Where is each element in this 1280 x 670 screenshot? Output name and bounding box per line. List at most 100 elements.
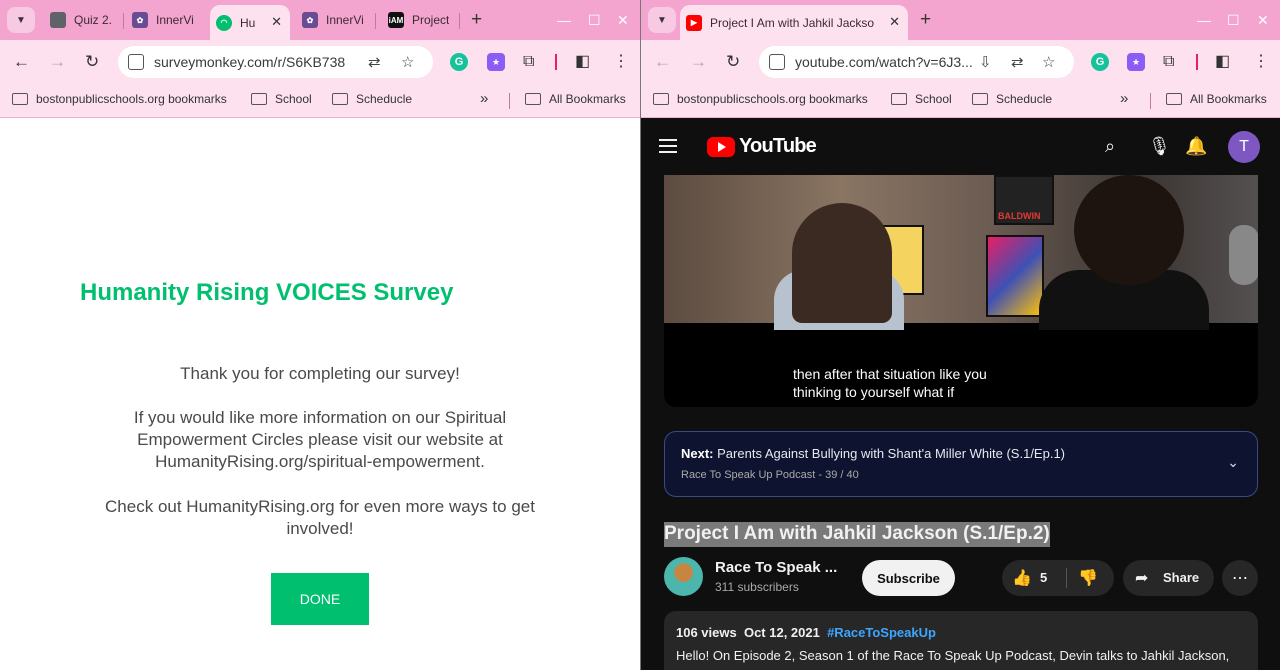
close-tab-icon[interactable]: ✕ bbox=[271, 14, 282, 30]
bookmark-folder-bps[interactable]: bostonpublicschools.org bookmarks bbox=[12, 92, 227, 106]
surveymonkey-icon: ◠ bbox=[216, 14, 232, 31]
like-count[interactable]: 5 bbox=[1040, 570, 1047, 585]
menu-icon[interactable]: ⋮ bbox=[613, 52, 629, 72]
tab-youtube-video[interactable]: ▶ Project I Am with Jahkil Jackso ✕ bbox=[680, 5, 908, 40]
tab-quiz[interactable]: Quiz 2. bbox=[44, 6, 120, 34]
address-url[interactable]: surveymonkey.com/r/S6KB738 bbox=[154, 54, 345, 70]
site-info-icon[interactable] bbox=[769, 54, 785, 70]
bookmark-label: bostonpublicschools.org bookmarks bbox=[36, 92, 227, 106]
subscribe-button[interactable]: Subscribe bbox=[862, 560, 955, 596]
install-app-icon[interactable]: ⇩ bbox=[979, 53, 992, 71]
maximize-icon[interactable]: ☐ bbox=[1227, 12, 1240, 29]
address-bar[interactable]: surveymonkey.com/r/S6KB738 ⇄ ☆ bbox=[118, 46, 433, 78]
bookmark-star-icon[interactable]: ☆ bbox=[401, 53, 414, 71]
menu-icon[interactable]: ⋮ bbox=[1253, 52, 1269, 72]
left-browser-window: ▼ Quiz 2. ✿ InnerVi ◠ Hu ✕ ✿ InnerVi iAM… bbox=[0, 0, 640, 670]
extensions-puzzle-icon[interactable]: ⧉ bbox=[1163, 52, 1174, 72]
bookmark-folder-school[interactable]: School bbox=[251, 92, 312, 106]
playlist-next-panel[interactable]: Next: Parents Against Bullying with Shan… bbox=[664, 431, 1258, 497]
bookmark-label: School bbox=[915, 92, 952, 106]
extension-icon[interactable]: ★ bbox=[1127, 53, 1145, 71]
minimize-icon[interactable]: — bbox=[557, 12, 571, 28]
survey-page: Humanity Rising VOICES Survey Thank you … bbox=[0, 119, 640, 670]
youtube-page: YouTube ⌕ 🎙 🔔 T BALDWIN then after that … bbox=[641, 119, 1280, 670]
new-tab-icon[interactable]: + bbox=[471, 10, 482, 29]
youtube-icon: ▶ bbox=[686, 14, 702, 31]
survey-info-text: If you would like more information on ou… bbox=[133, 408, 507, 471]
like-thumb-icon[interactable]: 👍 bbox=[1012, 568, 1032, 588]
extensions-puzzle-icon[interactable]: ⧉ bbox=[523, 52, 534, 72]
close-tab-icon[interactable]: ✕ bbox=[889, 14, 900, 30]
done-button[interactable]: DONE bbox=[271, 573, 369, 625]
tab-strip: ▼ ▶ Project I Am with Jahkil Jackso ✕ + … bbox=[641, 0, 1280, 40]
video-frame: BALDWIN bbox=[664, 175, 1258, 330]
tab-innerview-1[interactable]: ✿ InnerVi bbox=[126, 6, 202, 34]
youtube-play-icon bbox=[707, 136, 735, 157]
tab-innerview-2[interactable]: ✿ InnerVi bbox=[296, 6, 366, 34]
video-description[interactable]: 106 views Oct 12, 2021 #RaceToSpeakUp He… bbox=[664, 611, 1258, 670]
hamburger-menu-icon[interactable] bbox=[659, 139, 677, 157]
chevron-down-icon: ▼ bbox=[657, 14, 667, 26]
more-bookmarks-icon[interactable]: » bbox=[480, 90, 488, 107]
forward-icon[interactable]: → bbox=[49, 52, 66, 72]
search-icon[interactable]: ⌕ bbox=[1105, 136, 1115, 157]
address-bar[interactable]: youtube.com/watch?v=6J3... ⇩ ⇄ ☆ bbox=[759, 46, 1074, 78]
address-url[interactable]: youtube.com/watch?v=6J3... bbox=[795, 54, 973, 70]
bookmark-folder-school[interactable]: School bbox=[891, 92, 952, 106]
expand-chevron-icon[interactable]: ⌄ bbox=[1227, 454, 1239, 471]
bookmark-label: Scheducle bbox=[356, 92, 413, 106]
tab-separator bbox=[459, 13, 460, 29]
bookmark-folder-all[interactable]: All Bookmarks bbox=[525, 92, 626, 106]
bookmark-folder-scheducle[interactable]: Scheducle bbox=[972, 92, 1052, 106]
new-tab-icon[interactable]: + bbox=[920, 10, 931, 29]
tab-title: InnerVi bbox=[326, 13, 364, 27]
bookmark-folder-bps[interactable]: bostonpublicschools.org bookmarks bbox=[653, 92, 868, 106]
share-button[interactable]: ➦ Share bbox=[1123, 560, 1214, 596]
close-window-icon[interactable]: ✕ bbox=[617, 12, 629, 29]
forward-icon[interactable]: → bbox=[690, 52, 707, 72]
bookmark-star-icon[interactable]: ☆ bbox=[1042, 53, 1055, 71]
tab-humanity-survey[interactable]: ◠ Hu ✕ bbox=[210, 5, 290, 40]
hashtag-link[interactable]: #RaceToSpeakUp bbox=[827, 625, 936, 640]
bookmark-folder-scheducle[interactable]: Scheducle bbox=[332, 92, 412, 106]
tab-search-button[interactable]: ▼ bbox=[648, 7, 676, 33]
reload-icon[interactable]: ↻ bbox=[726, 52, 740, 72]
classroom-icon bbox=[50, 12, 66, 28]
translate-icon[interactable]: ⇄ bbox=[368, 53, 381, 71]
microphone-icon[interactable]: 🎙 bbox=[1148, 136, 1171, 157]
side-panel-icon[interactable]: ◧ bbox=[1215, 52, 1230, 72]
innerview-icon: ✿ bbox=[132, 12, 148, 28]
bookmark-folder-all[interactable]: All Bookmarks bbox=[1166, 92, 1267, 106]
extension-icon[interactable]: ★ bbox=[487, 53, 505, 71]
maximize-icon[interactable]: ☐ bbox=[588, 12, 601, 29]
site-info-icon[interactable] bbox=[128, 54, 144, 70]
grammarly-icon[interactable]: G bbox=[1091, 53, 1109, 71]
tab-separator bbox=[123, 13, 124, 29]
poster-text: BALDWIN bbox=[998, 211, 1041, 221]
more-bookmarks-icon[interactable]: » bbox=[1120, 90, 1128, 107]
notifications-bell-icon[interactable]: 🔔 bbox=[1185, 136, 1207, 157]
reload-icon[interactable]: ↻ bbox=[85, 52, 99, 72]
next-label: Next: bbox=[681, 446, 714, 461]
folder-icon bbox=[525, 93, 541, 105]
channel-name[interactable]: Race To Speak ... bbox=[715, 559, 837, 576]
folder-icon bbox=[1166, 93, 1182, 105]
tab-search-button[interactable]: ▼ bbox=[7, 7, 35, 33]
channel-avatar[interactable] bbox=[664, 557, 703, 596]
side-panel-icon[interactable]: ◧ bbox=[575, 52, 590, 72]
tab-title: InnerVi bbox=[156, 13, 194, 27]
dislike-thumb-icon[interactable]: 👎 bbox=[1078, 568, 1098, 588]
close-window-icon[interactable]: ✕ bbox=[1257, 12, 1269, 29]
grammarly-icon[interactable]: G bbox=[450, 53, 468, 71]
bookmarks-bar: bostonpublicschools.org bookmarks School… bbox=[0, 84, 640, 118]
back-icon[interactable]: ← bbox=[654, 52, 671, 72]
account-avatar[interactable]: T bbox=[1228, 131, 1260, 163]
caption-line: thinking to yourself what if bbox=[793, 384, 955, 400]
minimize-icon[interactable]: — bbox=[1197, 12, 1211, 28]
youtube-logo[interactable]: YouTube bbox=[707, 135, 817, 158]
back-icon[interactable]: ← bbox=[13, 52, 30, 72]
tab-project[interactable]: iAM Project bbox=[382, 6, 456, 34]
more-actions-icon[interactable]: ⋯ bbox=[1222, 560, 1258, 596]
video-player[interactable]: BALDWIN then after that situation like y… bbox=[664, 175, 1258, 407]
translate-icon[interactable]: ⇄ bbox=[1011, 53, 1024, 71]
